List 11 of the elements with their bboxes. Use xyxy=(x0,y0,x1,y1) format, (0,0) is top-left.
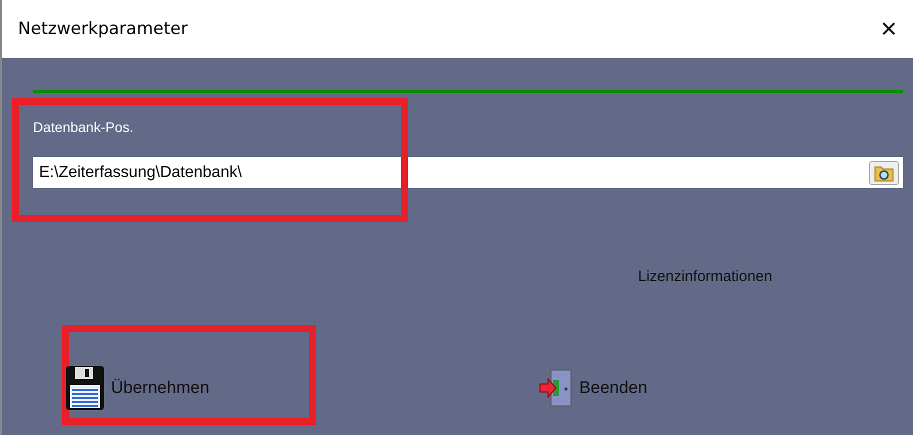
field-label: Datenbank-Pos. xyxy=(33,119,134,135)
save-button[interactable]: Übernehmen xyxy=(65,365,210,411)
exit-button[interactable]: Beenden xyxy=(539,365,648,411)
license-link[interactable]: Lizenzinformationen xyxy=(638,268,772,285)
window-title: Netzwerkparameter xyxy=(18,19,188,39)
path-field[interactable]: E:\Zeiterfassung\Datenbank\ xyxy=(33,157,903,188)
close-button[interactable]: × xyxy=(876,13,901,45)
browse-button[interactable] xyxy=(869,160,899,184)
door-exit-icon xyxy=(539,368,574,408)
path-input[interactable]: E:\Zeiterfassung\Datenbank\ xyxy=(37,162,869,182)
folder-search-icon xyxy=(874,164,894,182)
